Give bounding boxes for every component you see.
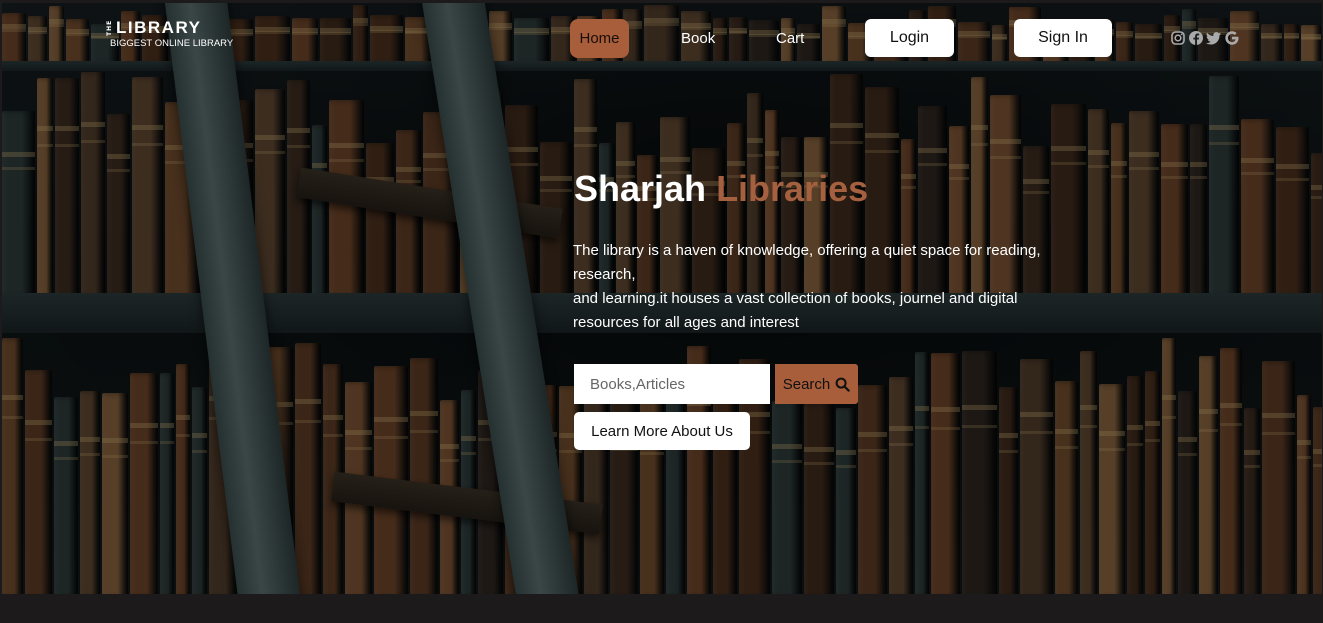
hero-desc-line2: and learning.it houses a vast collection…	[573, 290, 1018, 331]
twitter-icon[interactable]	[1206, 30, 1222, 46]
search-button[interactable]: Search	[775, 364, 858, 404]
brand-name: LIBRARY	[116, 18, 202, 37]
hero-title-main: Sharjah	[574, 168, 707, 209]
google-icon[interactable]	[1224, 30, 1240, 46]
social-links	[1170, 30, 1240, 46]
hero-desc-line1: The library is a haven of knowledge, off…	[573, 242, 1041, 283]
search-button-label: Search	[782, 375, 831, 393]
search-input[interactable]	[574, 364, 770, 404]
hero-title-accent: Libraries	[716, 168, 869, 209]
nav-book-link[interactable]: Book	[681, 30, 715, 47]
hero-title: Sharjah Libraries	[574, 168, 868, 210]
login-button[interactable]: Login	[865, 19, 954, 57]
brand-the: THE	[106, 19, 113, 36]
search-icon	[835, 377, 850, 392]
instagram-icon[interactable]	[1170, 30, 1186, 46]
nav-cart-link[interactable]: Cart	[776, 30, 804, 47]
brand-tagline: BIGGEST ONLINE LIBRARY	[110, 38, 234, 49]
hero-description: The library is a haven of knowledge, off…	[573, 239, 1083, 335]
learn-more-button[interactable]: Learn More About Us	[574, 412, 750, 450]
facebook-icon[interactable]	[1188, 30, 1204, 46]
nav-home-button[interactable]: Home	[570, 19, 629, 58]
signin-button[interactable]: Sign In	[1014, 19, 1112, 57]
